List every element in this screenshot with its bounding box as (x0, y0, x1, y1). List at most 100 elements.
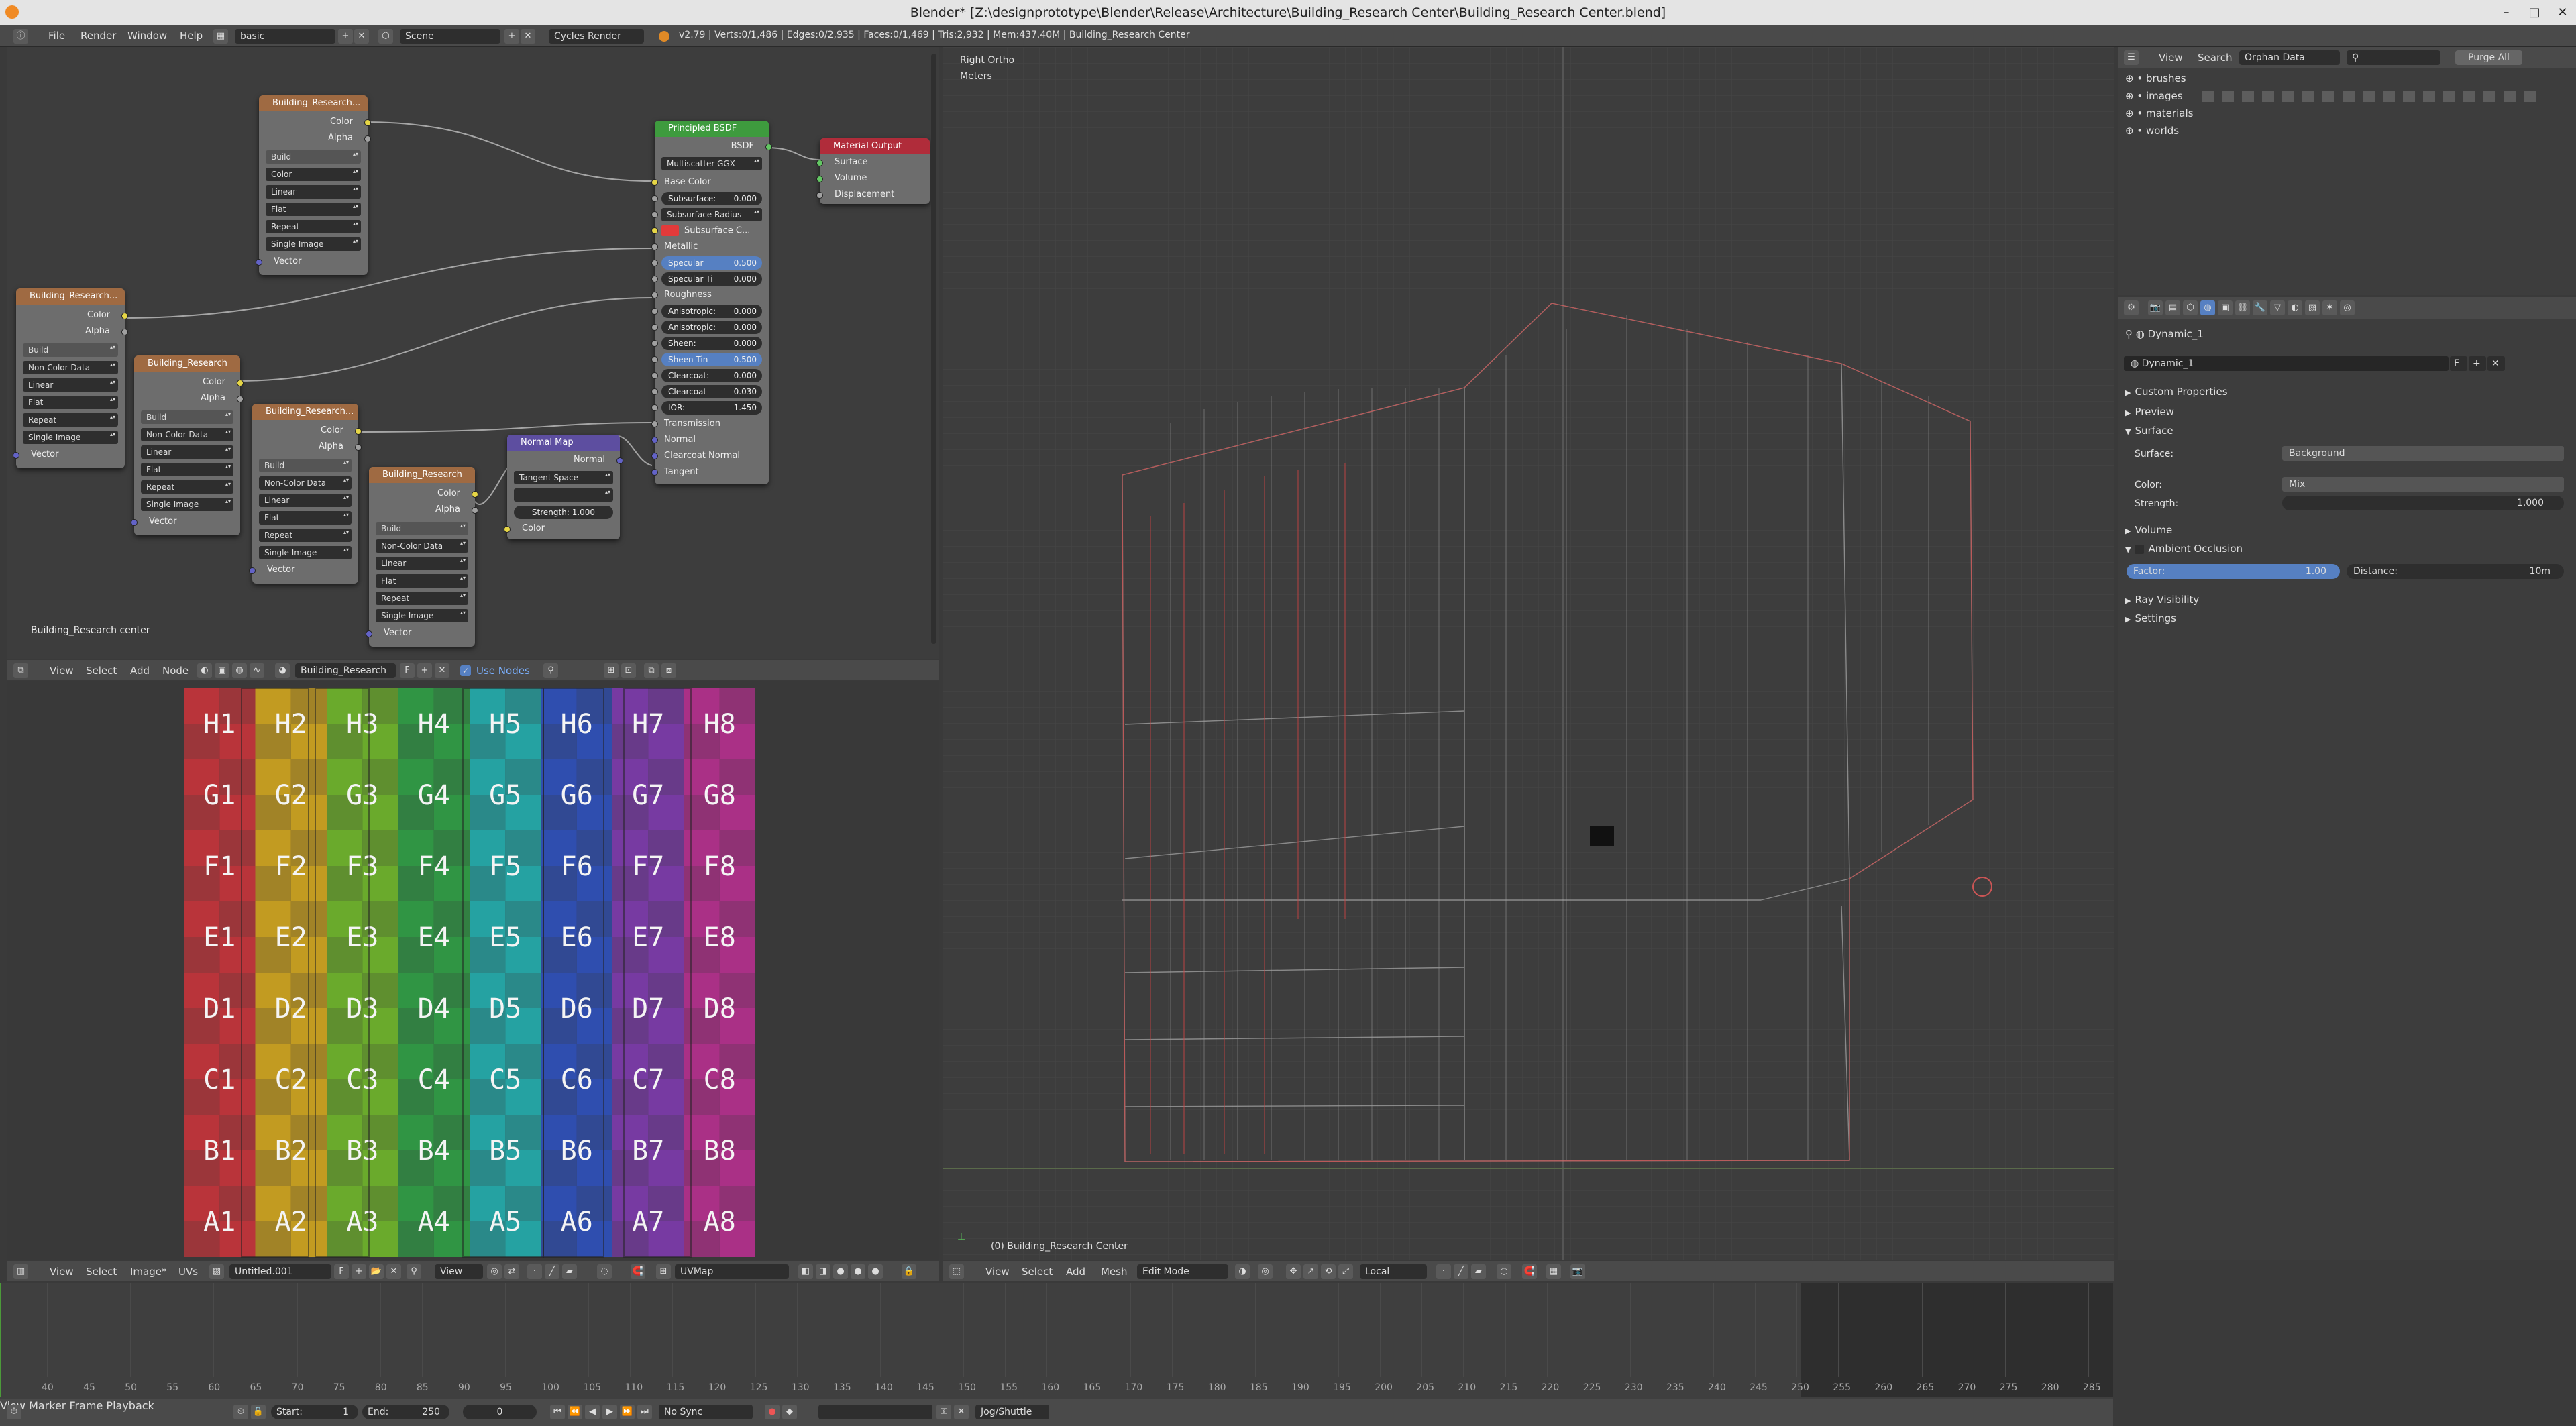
bsdf-input-row[interactable]: Metallic (651, 240, 762, 254)
socket-icon[interactable] (504, 526, 511, 533)
menu-frame[interactable]: Frame (69, 1399, 103, 1412)
bsdf-input-row[interactable]: Normal (651, 433, 762, 447)
snap-icon[interactable]: 🧲 (1522, 1264, 1537, 1279)
scene-field[interactable]: Scene (400, 29, 500, 44)
socket-icon[interactable] (651, 372, 658, 379)
data-tab-icon[interactable]: ▽ (2270, 300, 2285, 315)
socket-icon[interactable] (651, 276, 658, 282)
render-tab-icon[interactable]: 📷 (2148, 300, 2163, 315)
socket-icon[interactable] (366, 630, 372, 637)
editor-type-icon[interactable]: ⓘ (13, 29, 28, 44)
menu-select[interactable]: Select (86, 665, 117, 677)
proportional-icon[interactable]: ◌ (1497, 1264, 1511, 1279)
material-tab-icon[interactable]: ◐ (2288, 300, 2302, 315)
remove-layout-icon[interactable]: ✕ (354, 29, 369, 44)
menu-marker[interactable]: Marker (29, 1399, 66, 1412)
bsdf-input-row[interactable]: Base Color (651, 176, 762, 189)
socket-icon[interactable] (651, 308, 658, 315)
purge-all-button[interactable]: Purge All (2455, 50, 2522, 65)
input-field[interactable]: IOR: 1.450 (661, 401, 762, 415)
bsdf-input-row[interactable]: Transmission (651, 417, 762, 431)
input-field[interactable]: Specular Ti 0.000 (661, 272, 762, 286)
3d-viewport[interactable]: Right Ortho Meters (0) Building_Research… (943, 47, 2114, 1260)
socket-icon[interactable] (651, 227, 658, 234)
panel-ambient-occlusion[interactable]: ▼ Ambient Occlusion (2125, 543, 2243, 555)
pin-icon[interactable]: ⚲ (543, 663, 558, 678)
linestyle-icon[interactable]: ∿ (250, 663, 264, 678)
unlink-material-icon[interactable]: ✕ (435, 663, 449, 678)
material-output-node[interactable]: Material Output Surface Volume Displacem… (816, 138, 930, 204)
socket-icon[interactable] (131, 519, 138, 526)
remove-scene-icon[interactable]: ✕ (521, 29, 535, 44)
scale-icon[interactable]: ⤢ (1338, 1264, 1353, 1279)
menu-select[interactable]: Select (86, 1266, 117, 1278)
menu-add[interactable]: Add (1066, 1266, 1085, 1278)
paste-icon[interactable]: ⧈ (661, 663, 676, 678)
use-nodes-checkbox[interactable]: ✓ (460, 665, 471, 676)
material-name-field[interactable]: Building_Research ... (295, 663, 396, 691)
render-engine-select[interactable]: Cycles Render (549, 29, 644, 44)
channel-red-icon[interactable]: ● (833, 1264, 848, 1279)
menu-view[interactable]: View (50, 665, 74, 677)
camera-icon[interactable]: 📷 (1570, 1264, 1585, 1279)
expand-icon[interactable]: ⊕ (2125, 125, 2134, 137)
input-field[interactable]: Specular 0.500 (661, 256, 762, 270)
distribution-select[interactable]: Multiscatter GGX (661, 157, 762, 170)
socket-icon[interactable] (237, 396, 244, 402)
editor-type-icon[interactable]: ⚙ (2124, 300, 2139, 315)
outliner-item[interactable]: ⊕ • materials (2125, 107, 2193, 119)
pivot-icon[interactable]: ◎ (1258, 1264, 1273, 1279)
socket-icon[interactable] (651, 356, 658, 363)
modifiers-tab-icon[interactable]: 🔧 (2253, 300, 2267, 315)
socket-icon[interactable] (651, 437, 658, 443)
bsdf-input-row[interactable]: Anisotropic: 0.000 (651, 321, 762, 334)
outliner-item[interactable]: ⊕ • images (2125, 90, 2183, 102)
socket-icon[interactable] (121, 313, 128, 319)
projection-select[interactable]: Flat (376, 574, 468, 588)
projection-select[interactable]: Flat (141, 463, 233, 476)
physics-tab-icon[interactable]: ◎ (2340, 300, 2355, 315)
extension-select[interactable]: Repeat (376, 592, 468, 605)
lock-range-icon[interactable]: 🔒 (251, 1405, 266, 1419)
socket-icon[interactable] (472, 507, 478, 514)
editor-type-icon[interactable]: ▥ (13, 1264, 28, 1279)
socket-icon[interactable] (651, 453, 658, 459)
uvmap-select[interactable]: UVMap (675, 1264, 789, 1279)
keying-set-field[interactable] (818, 1405, 932, 1419)
input-field[interactable]: Anisotropic: 0.000 (661, 305, 762, 318)
expand-icon[interactable]: ⊕ (2125, 90, 2134, 102)
surface-shader-select[interactable]: Background (2282, 446, 2564, 461)
menu-image[interactable]: Image* (130, 1266, 166, 1278)
add-material-icon[interactable]: + (417, 663, 432, 678)
uv-image-editor[interactable]: H1 H2 H3 H4 H5 H6 H7 H8 G1 G2 G3 G4 G5 G6 G7 G8 F1 F2 F3 F4… (7, 681, 939, 1260)
projection-select[interactable]: Flat (23, 396, 118, 409)
image-texture-node[interactable]: Building_Research Color Alpha Build Non-… (131, 355, 244, 535)
open-image-icon[interactable]: 📂 (369, 1264, 384, 1279)
uv-grid-texture[interactable]: H1 H2 H3 H4 H5 H6 H7 H8 G1 G2 G3 G4 G5 G6 G7 G8 F1 F2 F3 F4… (7, 681, 939, 1260)
socket-icon[interactable] (651, 179, 658, 186)
strength-slider[interactable]: 1.000 (2282, 496, 2564, 510)
color-space-select[interactable]: Non-Color Data (259, 476, 352, 490)
menu-render[interactable]: Render (80, 30, 116, 42)
interpolation-select[interactable]: Linear (23, 378, 118, 392)
socket-icon[interactable] (651, 243, 658, 250)
layers-tab-icon[interactable]: ▤ (2165, 300, 2180, 315)
bsdf-input-row[interactable]: Roughness (651, 288, 762, 302)
extension-select[interactable]: Repeat (266, 220, 361, 233)
normal-map-node[interactable]: Normal Map Normal Tangent Space Strength… (504, 435, 623, 539)
current-frame-line[interactable] (0, 1283, 1, 1397)
bsdf-input-row[interactable]: Clearcoat: 0.000 (651, 369, 762, 382)
image-texture-node[interactable]: Building_Research... Color Alpha Build N… (13, 288, 128, 468)
record-icon[interactable]: ● (765, 1405, 780, 1419)
constraints-tab-icon[interactable]: ⛓ (2235, 300, 2250, 315)
socket-icon[interactable] (355, 428, 362, 435)
jog-shuttle-field[interactable]: Jog/Shuttle (975, 1405, 1049, 1419)
material-browse-icon[interactable]: ◕ (275, 663, 290, 678)
menu-help[interactable]: Help (180, 30, 203, 42)
socket-icon[interactable] (355, 444, 362, 451)
manipulator-icon[interactable]: ✥ (1286, 1264, 1301, 1279)
vertex-select-icon[interactable]: · (1436, 1264, 1451, 1279)
socket-icon[interactable] (651, 292, 658, 298)
input-field[interactable]: Clearcoat 0.030 (661, 385, 762, 398)
socket-icon[interactable] (249, 567, 256, 574)
